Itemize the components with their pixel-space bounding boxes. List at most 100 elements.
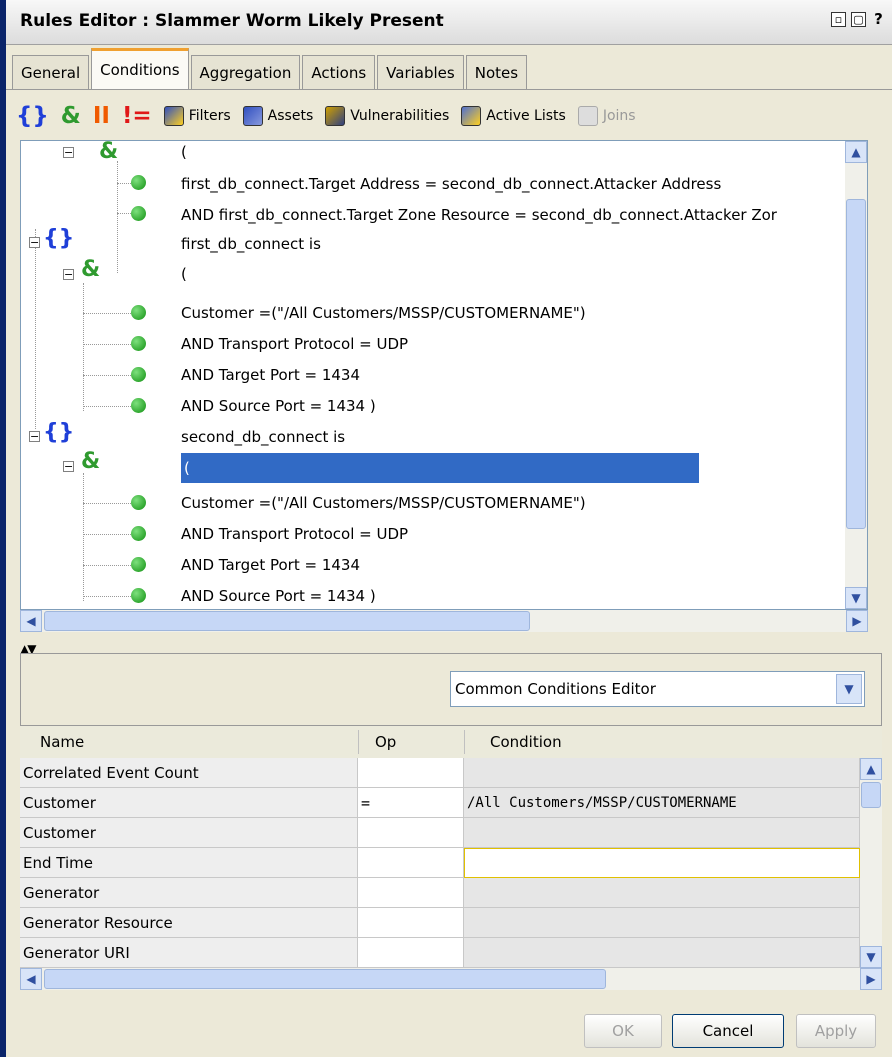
vulnerabilities-button[interactable]: Vulnerabilities [325,106,449,126]
column-header-condition[interactable]: Condition [490,733,562,751]
scroll-up-icon[interactable]: ▲ [860,758,882,780]
grid-vertical-scrollbar[interactable]: ▲ ▼ [860,758,882,968]
tree-row-transport-protocol[interactable]: AND Transport Protocol = UDP [181,329,408,359]
collapse-toggle[interactable]: − [63,269,74,280]
scroll-up-icon[interactable]: ▲ [845,141,867,163]
filters-button[interactable]: Filters [163,106,231,126]
tree-row-target-zone[interactable]: AND first_db_connect.Target Zone Resourc… [181,200,777,230]
tree-row-customer[interactable]: Customer =("/All Customers/MSSP/CUSTOMER… [181,298,586,328]
scroll-thumb[interactable] [846,199,866,529]
tree-row-target-port[interactable]: AND Target Port = 1434 [181,550,360,580]
scroll-thumb[interactable] [44,611,530,631]
column-header-name[interactable]: Name [40,733,84,751]
maximize-icon[interactable]: ▢ [851,12,866,27]
tree-row-transport-protocol[interactable]: AND Transport Protocol = UDP [181,519,408,549]
scroll-thumb[interactable] [861,782,881,808]
cell-condition[interactable] [464,938,860,968]
scroll-left-icon[interactable]: ◀ [20,968,42,990]
table-row[interactable]: Correlated Event Count [20,758,882,788]
cell-op[interactable] [358,908,464,938]
minimize-icon[interactable]: ▫ [831,12,846,27]
column-divider[interactable] [358,730,359,754]
table-row[interactable]: Generator [20,878,882,908]
not-equal-button[interactable]: != [122,103,152,129]
pause-button[interactable]: II [93,103,110,129]
table-row[interactable]: Generator URI [20,938,882,968]
tab-notes[interactable]: Notes [465,55,528,90]
table-row[interactable]: Customer = /All Customers/MSSP/CUSTOMERN… [20,788,882,818]
vulnerabilities-label: Vulnerabilities [350,108,450,124]
collapse-toggle[interactable]: − [63,147,74,158]
conditions-editor-select[interactable]: Common Conditions Editor ▼ [450,671,865,707]
assets-label: Assets [267,108,314,124]
assets-button[interactable]: Assets [242,106,314,126]
or-group-icon: {} [43,226,75,251]
joins-button[interactable]: Joins [577,106,636,126]
scroll-down-icon[interactable]: ▼ [845,587,867,609]
cell-condition[interactable] [464,878,860,908]
and-group-button[interactable]: & [61,103,81,129]
apply-button[interactable]: Apply [796,1014,876,1048]
tree-connector [117,213,131,214]
table-row[interactable]: Customer [20,818,882,848]
tree-row-target-port[interactable]: AND Target Port = 1434 [181,360,360,390]
and-group-icon: & [81,257,101,282]
condition-tree[interactable]: − & ( first_db_connect.Target Address = … [20,140,868,610]
active-lists-button[interactable]: Active Lists [461,106,566,126]
condition-icon [131,206,146,221]
scroll-left-icon[interactable]: ◀ [20,610,42,632]
grid-horizontal-scrollbar[interactable]: ◀ ▶ [20,968,882,990]
tree-horizontal-scrollbar[interactable]: ◀ ▶ [20,610,868,632]
tree-row-source-port[interactable]: AND Source Port = 1434 ) [181,391,376,421]
cell-condition[interactable]: /All Customers/MSSP/CUSTOMERNAME [464,788,860,818]
table-row[interactable]: Generator Resource [20,908,882,938]
tree-vertical-scrollbar[interactable]: ▲ ▼ [845,141,867,609]
cell-op[interactable] [358,758,464,788]
tree-row-open-paren[interactable]: ( [181,259,187,289]
cell-op[interactable]: = [358,788,464,818]
scroll-down-icon[interactable]: ▼ [860,946,882,968]
cancel-button[interactable]: Cancel [672,1014,784,1048]
tree-row-customer[interactable]: Customer =("/All Customers/MSSP/CUSTOMER… [181,488,586,518]
tree-row-open-paren-selected[interactable]: ( [181,453,699,483]
cell-condition[interactable] [464,908,860,938]
tab-general[interactable]: General [12,55,90,90]
condition-icon [131,175,146,190]
tree-row-target-address[interactable]: first_db_connect.Target Address = second… [181,169,721,199]
chevron-down-icon[interactable]: ▼ [836,674,862,704]
tab-aggregation[interactable]: Aggregation [190,55,301,90]
collapse-toggle[interactable]: − [29,237,40,248]
column-divider[interactable] [464,730,465,754]
tree-connector [83,596,131,597]
tree-row-first-db-connect[interactable]: first_db_connect is [181,229,321,259]
table-row[interactable]: End Time [20,848,882,878]
help-icon[interactable]: ? [871,12,886,27]
condition-icon [131,367,146,382]
tree-connector [83,503,131,504]
cell-op[interactable] [358,938,464,968]
ok-button[interactable]: OK [584,1014,662,1048]
tab-actions[interactable]: Actions [302,55,376,90]
cell-condition-focused[interactable] [464,848,860,878]
tree-row-open-paren[interactable]: ( [181,141,187,167]
scroll-thumb[interactable] [44,969,606,989]
cell-condition[interactable] [464,818,860,848]
cell-condition[interactable] [464,758,860,788]
collapse-toggle[interactable]: − [29,431,40,442]
scroll-right-icon[interactable]: ▶ [860,968,882,990]
scroll-right-icon[interactable]: ▶ [846,610,868,632]
condition-icon [131,398,146,413]
or-group-button[interactable]: {} [16,103,49,129]
cell-op[interactable] [358,878,464,908]
collapse-toggle[interactable]: − [63,461,74,472]
tab-variables[interactable]: Variables [377,55,464,90]
tree-row-second-db-connect[interactable]: second_db_connect is [181,422,345,452]
title-bar[interactable]: Rules Editor : Slammer Worm Likely Prese… [6,0,892,45]
tree-row-source-port[interactable]: AND Source Port = 1434 ) [181,581,376,609]
tab-conditions[interactable]: Conditions [91,48,189,90]
column-header-op[interactable]: Op [375,733,396,751]
cell-name: Customer [20,788,358,818]
cell-op[interactable] [358,848,464,878]
cell-op[interactable] [358,818,464,848]
asset-icon [242,106,263,126]
